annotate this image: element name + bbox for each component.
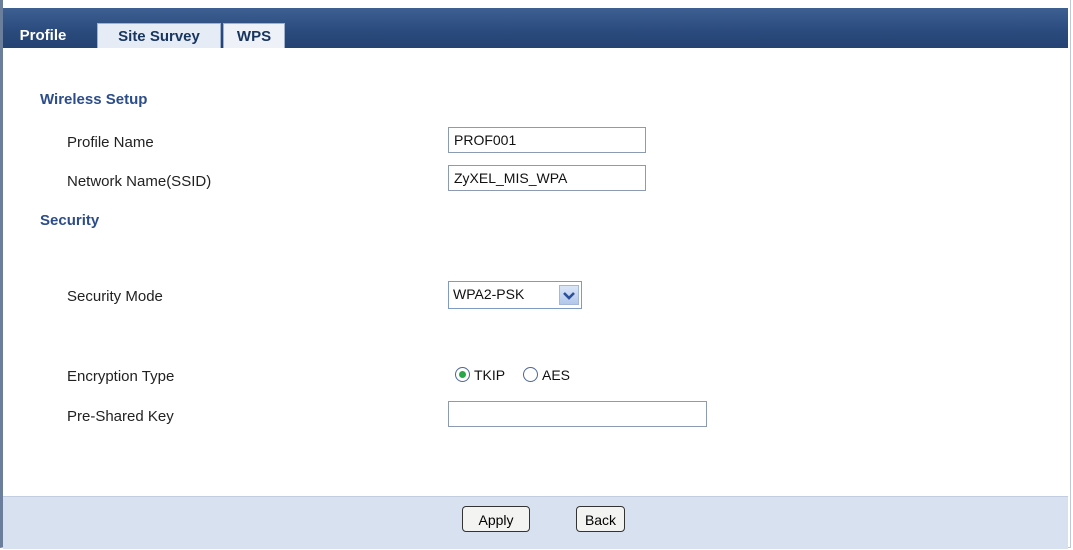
- radio-selected-dot: [459, 371, 466, 378]
- tab-profile[interactable]: Profile: [11, 23, 75, 48]
- profile-name-label: Profile Name: [67, 134, 154, 151]
- tab-bar: Profile Site Survey WPS: [3, 8, 1068, 48]
- apply-button[interactable]: Apply: [462, 506, 530, 532]
- pre-shared-key-label: Pre-Shared Key: [67, 408, 174, 425]
- security-mode-value: WPA2-PSK: [453, 286, 525, 302]
- pre-shared-key-input[interactable]: [448, 401, 707, 427]
- tab-site-survey[interactable]: Site Survey: [97, 23, 221, 48]
- ssid-label: Network Name(SSID): [67, 173, 212, 190]
- panel-frame: [0, 0, 1071, 548]
- ssid-input[interactable]: [448, 165, 646, 191]
- profile-name-input[interactable]: [448, 127, 646, 153]
- security-heading: Security: [40, 212, 100, 229]
- security-mode-label: Security Mode: [67, 288, 163, 305]
- aes-radio[interactable]: [523, 367, 538, 382]
- tkip-label: TKIP: [474, 367, 506, 383]
- security-mode-select[interactable]: WPA2-PSK: [448, 281, 582, 309]
- chevron-down-icon[interactable]: [559, 285, 579, 305]
- tab-wps[interactable]: WPS: [223, 23, 285, 48]
- tkip-radio[interactable]: [455, 367, 470, 382]
- aes-label: AES: [542, 367, 571, 383]
- wireless-setup-heading: Wireless Setup: [40, 91, 148, 108]
- button-bar: [3, 496, 1068, 549]
- back-button[interactable]: Back: [576, 506, 625, 532]
- encryption-type-label: Encryption Type: [67, 368, 175, 385]
